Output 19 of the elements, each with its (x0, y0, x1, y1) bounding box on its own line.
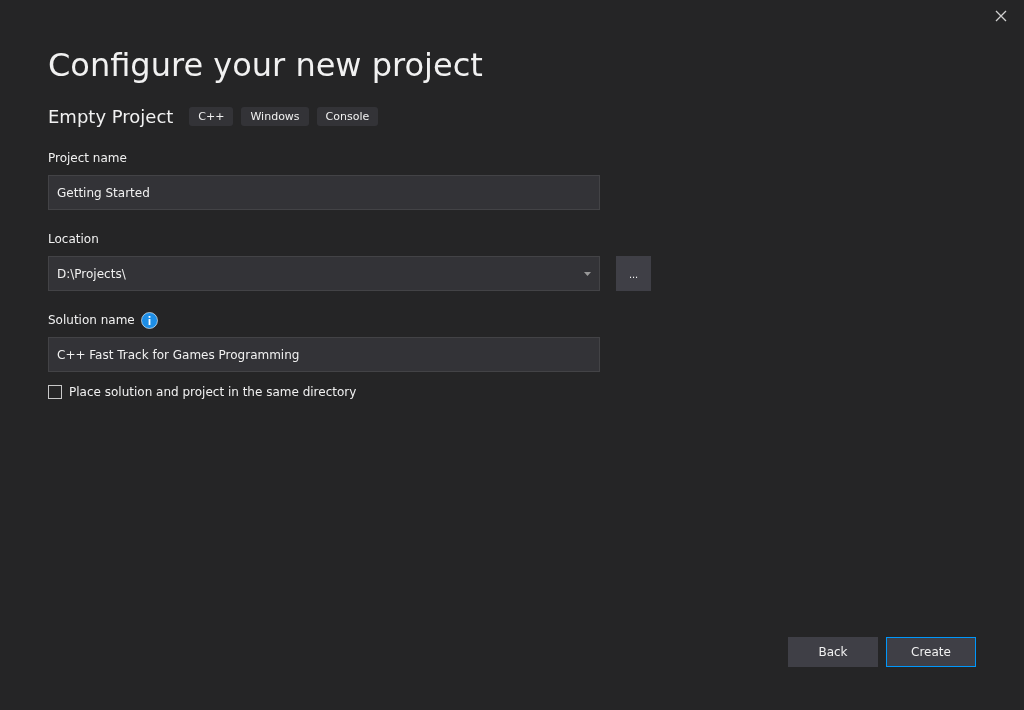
info-icon[interactable] (140, 311, 158, 329)
caret-icon (584, 271, 591, 276)
checkbox-label[interactable]: Place solution and project in the same directory (69, 385, 357, 399)
browse-button[interactable]: ... (616, 256, 651, 291)
tag: Console (316, 107, 379, 126)
close-icon[interactable] (995, 10, 1007, 22)
window-title: Configure your new project (48, 45, 484, 86)
tag: C++ (189, 107, 234, 126)
template-name: Empty Project (48, 106, 174, 127)
tag: Windows (241, 107, 309, 126)
location-dropdown[interactable]: D:\Projects\ (48, 256, 600, 291)
field-label: Location (48, 232, 99, 246)
input-field[interactable]: Getting Started (48, 175, 600, 210)
checkbox[interactable] (48, 385, 62, 399)
field-label: Solution name (48, 313, 135, 327)
dialog-button[interactable]: Back (788, 637, 878, 667)
field-label: Project name (48, 151, 127, 165)
dialog-button[interactable]: Create (886, 637, 976, 667)
input-field[interactable]: C++ Fast Track for Games Programming (48, 337, 600, 372)
